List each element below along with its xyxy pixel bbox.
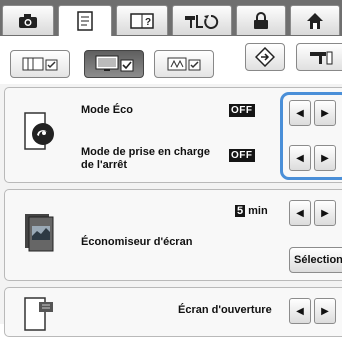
screensaver-time-value: 5 min: [235, 205, 268, 217]
reset-button[interactable]: [245, 43, 285, 71]
screensaver-icon: [25, 214, 54, 252]
subtab-embroidery[interactable]: [154, 50, 214, 78]
general-settings-icon: [95, 55, 134, 72]
machine-button[interactable]: [296, 43, 342, 71]
help-book-icon: ?: [130, 12, 154, 29]
screensaver-time-increase-button[interactable]: ▶: [314, 200, 336, 226]
opening-screen-increase-button[interactable]: ▶: [314, 298, 336, 324]
screensaver-time-decrease-button[interactable]: ◀: [289, 200, 311, 226]
tab-help[interactable]: ?: [116, 5, 168, 35]
sewing-mode-icon: [185, 14, 219, 29]
opening-screen-decrease-button[interactable]: ◀: [289, 298, 311, 324]
home-icon: [307, 12, 323, 29]
eco-mode-icon: [24, 112, 54, 150]
eco-arrows-highlight: [280, 92, 342, 180]
reset-diamond-icon: [255, 47, 275, 67]
screensaver-select-button[interactable]: Sélection: [289, 247, 342, 273]
document-icon: [77, 11, 93, 31]
tab-settings[interactable]: [58, 5, 112, 36]
lock-icon: [254, 11, 268, 29]
opening-screen-label: Écran d'ouverture: [178, 304, 272, 316]
shutdown-mode-status-badge: OFF: [229, 149, 255, 162]
settings-screen: ? Mode Éco OFF Mode de prise en charge d…: [0, 0, 342, 337]
svg-text:?: ?: [145, 17, 151, 28]
shutdown-mode-label: Mode de prise en charge de l'arrêt: [81, 146, 210, 171]
subtab-machine[interactable]: [10, 50, 70, 78]
opening-screen-icon: [24, 297, 53, 331]
machine-icon: [310, 51, 333, 65]
tab-sewing[interactable]: [172, 5, 232, 35]
eco-mode-label: Mode Éco: [81, 104, 133, 116]
subtab-general[interactable]: [84, 50, 144, 78]
tab-home[interactable]: [290, 5, 340, 35]
screensaver-label: Économiseur d'écran: [81, 236, 193, 248]
top-tab-bar: ?: [0, 0, 342, 36]
tab-lock[interactable]: [236, 5, 286, 35]
eco-mode-status-badge: OFF: [229, 104, 255, 117]
subtab-row: [0, 36, 342, 84]
tab-camera[interactable]: [2, 5, 54, 35]
camera-icon: [19, 13, 37, 28]
machine-settings-icon: [22, 57, 58, 71]
embroidery-settings-icon: [167, 57, 201, 71]
